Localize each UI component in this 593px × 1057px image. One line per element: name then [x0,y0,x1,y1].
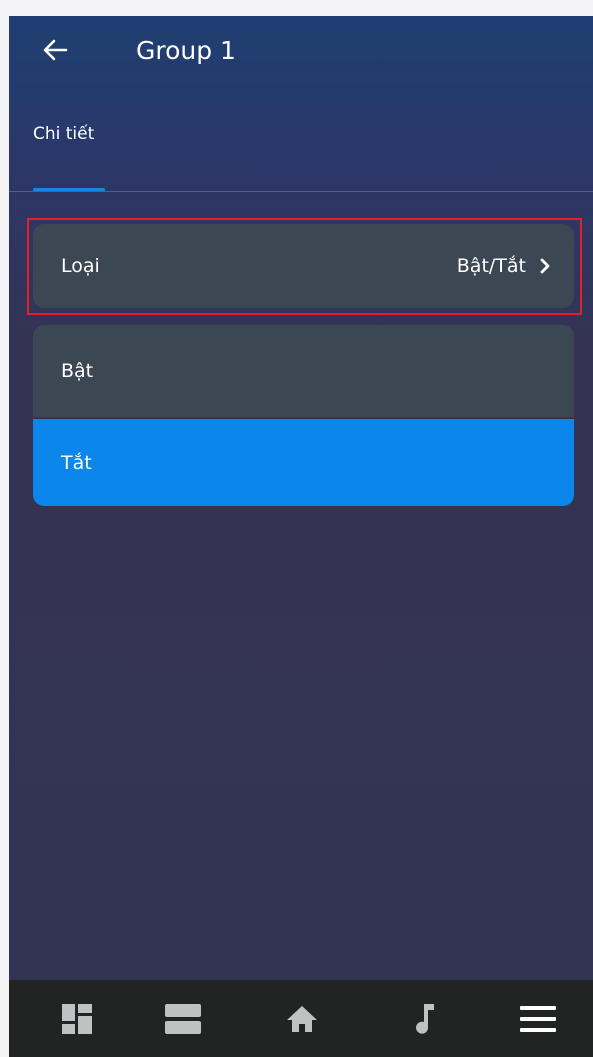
app-screen: Group 1 Chi tiết Loại Bật/Tắt Bật Tắt [9,16,593,1057]
option-off-label: Tắt [61,451,92,474]
rooms-icon [165,1003,201,1034]
tab-details[interactable]: Chi tiết [33,118,117,192]
option-on-label: Bật [61,360,94,382]
header: Group 1 Chi tiết [9,16,593,194]
type-selector-row[interactable]: Loại Bật/Tắt [33,224,574,308]
nav-home[interactable] [267,980,337,1057]
nav-music[interactable] [390,980,460,1057]
chevron-right-icon [540,258,550,274]
bottom-nav [9,980,593,1057]
dashboard-icon [62,1003,92,1034]
type-label: Loại [61,255,100,277]
tab-label: Chi tiết [33,124,95,144]
arrow-left-icon [43,39,68,61]
nav-rooms[interactable] [148,980,218,1057]
page-title: Group 1 [136,36,236,65]
menu-icon [520,1005,556,1032]
nav-dashboard[interactable] [42,980,112,1057]
type-value: Bật/Tắt [456,255,526,277]
nav-menu[interactable] [503,980,573,1057]
tab-divider [9,191,593,192]
music-icon [416,1003,434,1034]
option-off[interactable]: Tắt [33,419,574,506]
option-on[interactable]: Bật [33,325,574,417]
back-button[interactable] [33,32,77,68]
home-icon [287,1005,317,1032]
